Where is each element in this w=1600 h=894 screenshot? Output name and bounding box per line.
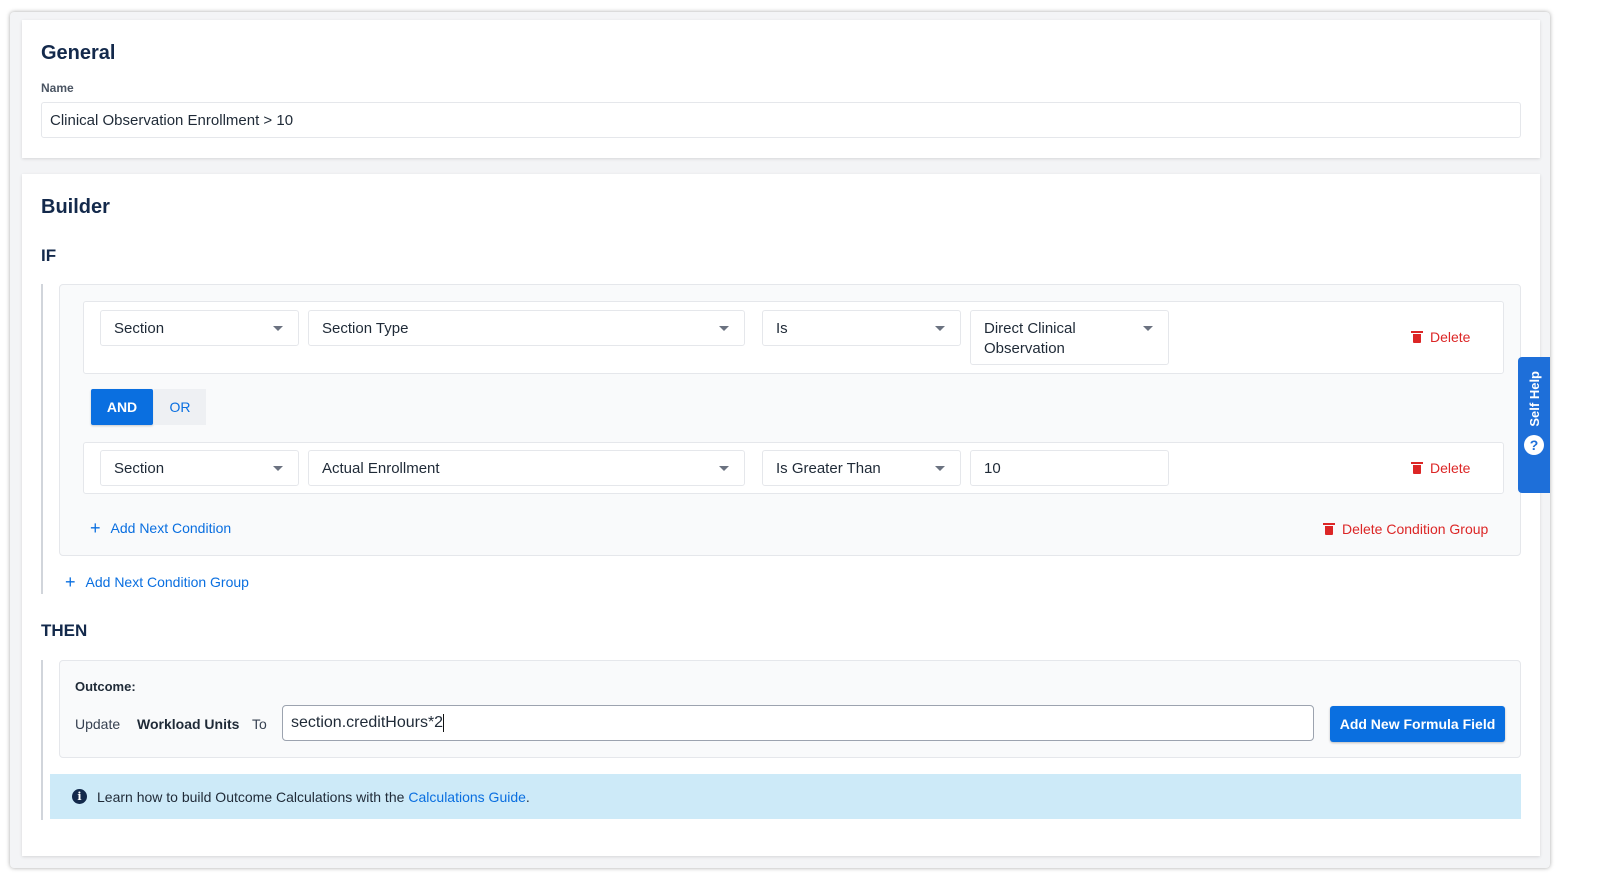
if-branch-line: [41, 284, 43, 594]
info-suffix: .: [525, 788, 530, 805]
chevron-down-icon: [719, 326, 729, 331]
condition-2-delete-button[interactable]: Delete: [1411, 460, 1471, 476]
plus-icon: +: [65, 572, 76, 592]
condition-1-field-value: Section Type: [322, 320, 409, 337]
add-next-condition-group-label: Add Next Condition Group: [85, 574, 249, 590]
condition-1-value: Direct Clinical Observation: [984, 320, 1076, 357]
text-cursor: [443, 714, 445, 732]
condition-2-value-input[interactable]: 10: [970, 450, 1169, 486]
then-branch-line: [41, 660, 43, 820]
name-input[interactable]: Clinical Observation Enrollment > 10: [41, 102, 1521, 138]
add-next-condition-group-button[interactable]: + Add Next Condition Group: [65, 572, 249, 592]
delete-label: Delete: [1430, 329, 1471, 345]
then-label: THEN: [41, 621, 88, 640]
condition-1-entity-select[interactable]: Section: [100, 310, 299, 346]
chevron-down-icon: [1143, 326, 1153, 331]
add-next-condition-button[interactable]: + Add Next Condition: [90, 518, 232, 538]
condition-2-operator-value: Is Greater Than: [776, 460, 881, 477]
chevron-down-icon: [273, 466, 283, 471]
add-new-formula-field-button[interactable]: Add New Formula Field: [1330, 706, 1505, 742]
condition-2-entity-value: Section: [114, 460, 165, 477]
plus-icon: +: [90, 518, 101, 538]
condition-1-delete-button[interactable]: Delete: [1411, 329, 1471, 345]
condition-1-operator-select[interactable]: Is: [762, 310, 961, 346]
info-icon: i: [72, 789, 87, 804]
general-heading: General: [41, 42, 116, 64]
condition-2-operator-select[interactable]: Is Greater Than: [762, 450, 961, 486]
condition-2-field-select[interactable]: Actual Enrollment: [308, 450, 745, 486]
condition-1-field-select[interactable]: Section Type: [308, 310, 745, 346]
if-label: IF: [41, 246, 57, 265]
info-banner: i Learn how to build Outcome Calculation…: [50, 774, 1521, 819]
info-text: Learn how to build Outcome Calculations …: [97, 788, 405, 805]
delete-condition-group-label: Delete Condition Group: [1342, 521, 1489, 537]
builder-heading: Builder: [41, 196, 110, 218]
delete-label: Delete: [1430, 460, 1471, 476]
add-next-condition-label: Add Next Condition: [110, 520, 232, 536]
trash-icon: [1411, 462, 1423, 474]
calculations-guide-link[interactable]: Calculations Guide: [408, 789, 526, 805]
to-label: To: [252, 716, 267, 732]
chevron-down-icon: [935, 466, 945, 471]
trash-icon: [1411, 331, 1423, 343]
trash-icon: [1323, 523, 1335, 535]
delete-condition-group-button[interactable]: Delete Condition Group: [1323, 521, 1489, 537]
and-toggle-button[interactable]: AND: [91, 389, 153, 425]
chevron-down-icon: [935, 326, 945, 331]
chevron-down-icon: [273, 326, 283, 331]
name-label: Name: [41, 81, 74, 95]
or-toggle-button[interactable]: OR: [154, 389, 206, 425]
condition-1-entity-value: Section: [114, 320, 165, 337]
condition-1-value-select[interactable]: Direct Clinical Observation: [970, 310, 1169, 365]
condition-2-field-value: Actual Enrollment: [322, 460, 440, 477]
outcome-label: Outcome:: [75, 679, 136, 694]
formula-input[interactable]: section.creditHours*2: [282, 705, 1314, 741]
formula-value: section.creditHours*2: [291, 714, 444, 732]
self-help-tab[interactable]: Self Help ?: [1518, 357, 1550, 493]
self-help-label: Self Help: [1526, 371, 1542, 427]
update-label: Update: [75, 716, 121, 732]
outcome-field-name: Workload Units: [137, 716, 240, 732]
chevron-down-icon: [719, 466, 729, 471]
condition-2-entity-select[interactable]: Section: [100, 450, 299, 486]
question-icon: ?: [1524, 434, 1544, 455]
condition-1-operator-value: Is: [776, 320, 788, 337]
